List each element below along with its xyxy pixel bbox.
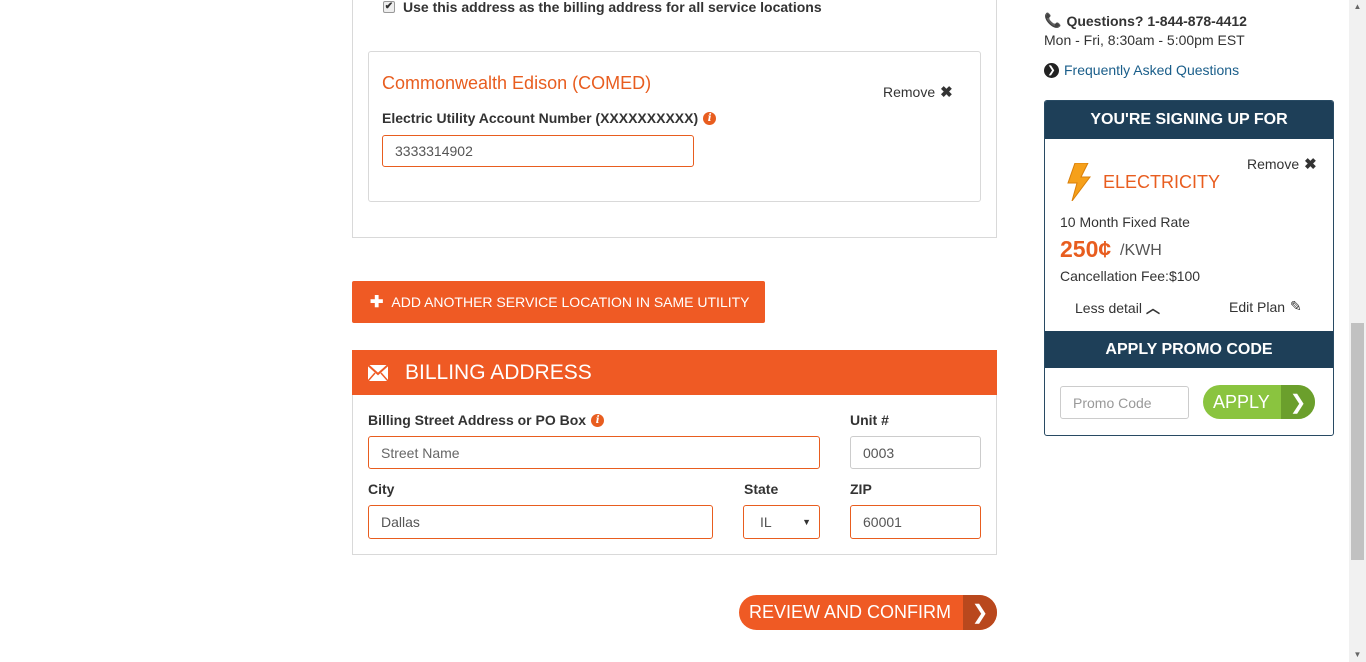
promo-code-placeholder: Promo Code xyxy=(1073,394,1152,411)
state-value: IL xyxy=(760,514,772,530)
signup-header: YOU'RE SIGNING UP FOR xyxy=(1045,101,1333,139)
edit-plan-link[interactable]: Edit Plan ✎ xyxy=(1229,298,1302,315)
zip-input[interactable]: 60001 xyxy=(850,505,981,539)
account-number-label-row: Electric Utility Account Number (XXXXXXX… xyxy=(382,110,717,126)
plan-name: 10 Month Fixed Rate xyxy=(1060,214,1190,230)
billing-address-checkbox-row[interactable]: ✔ Use this address as the billing addres… xyxy=(383,0,822,16)
chevron-right-icon: ❯ xyxy=(1281,385,1315,419)
city-input[interactable]: Dallas xyxy=(368,505,713,539)
pencil-icon: ✎ xyxy=(1290,298,1302,314)
plus-icon: ✚ xyxy=(370,294,384,311)
street-label-row: Billing Street Address or PO Box i xyxy=(368,412,605,428)
unit-value: 0003 xyxy=(863,444,895,461)
review-and-confirm-label: REVIEW AND CONFIRM xyxy=(749,602,952,622)
info-icon[interactable]: i xyxy=(703,111,717,125)
remove-product-button[interactable]: Remove ✖ xyxy=(1247,155,1317,173)
faq-label: Frequently Asked Questions xyxy=(1064,62,1240,78)
faq-link[interactable]: ❯ Frequently Asked Questions xyxy=(1044,62,1239,78)
chevron-up-icon: ︿ xyxy=(1145,300,1160,316)
billing-address-title: BILLING ADDRESS xyxy=(405,360,592,384)
scrollbar-thumb[interactable] xyxy=(1351,323,1364,560)
state-select[interactable]: IL ▼ xyxy=(743,505,820,539)
circle-arrow-right-icon: ❯ xyxy=(1044,62,1059,78)
edit-plan-label: Edit Plan xyxy=(1229,298,1286,315)
close-icon: ✖ xyxy=(940,84,953,101)
chevron-down-icon: ▼ xyxy=(802,517,811,527)
less-detail-label: Less detail xyxy=(1075,300,1142,316)
state-label: State xyxy=(744,481,779,497)
plan-price-unit: /KWH xyxy=(1120,242,1162,259)
unit-label: Unit # xyxy=(850,412,889,428)
apply-promo-label: APPLY xyxy=(1213,391,1270,412)
account-number-value: 3333314902 xyxy=(395,143,473,159)
info-icon[interactable]: i xyxy=(591,413,605,427)
utility-name: Commonwealth Edison (COMED) xyxy=(382,73,652,93)
cancellation-fee: Cancellation Fee:$100 xyxy=(1060,268,1201,284)
street-placeholder: Street Name xyxy=(381,444,460,461)
remove-utility-button[interactable]: Remove ✖ xyxy=(883,83,953,101)
city-label: City xyxy=(368,481,395,497)
promo-header: APPLY PROMO CODE xyxy=(1045,331,1333,368)
city-value: Dallas xyxy=(381,514,420,530)
zip-value: 60001 xyxy=(863,514,902,530)
review-and-confirm-button[interactable]: REVIEW AND CONFIRM ❯ xyxy=(739,595,997,630)
billing-address-checkbox-label: Use this address as the billing address … xyxy=(403,0,822,15)
scroll-down-arrow[interactable]: ▼ xyxy=(1351,650,1364,660)
billing-address-checkbox[interactable]: ✔ xyxy=(383,1,395,13)
chevron-right-icon: ❯ xyxy=(963,595,997,630)
phone-row: 📞 Questions? 1-844-878-4412 xyxy=(1044,12,1247,29)
account-number-label: Electric Utility Account Number (XXXXXXX… xyxy=(382,110,699,126)
account-number-input[interactable]: 3333314902 xyxy=(382,135,694,167)
add-service-location-label: ADD ANOTHER SERVICE LOCATION IN SAME UTI… xyxy=(391,294,750,310)
plan-price: 250¢ xyxy=(1060,236,1112,262)
apply-promo-button[interactable]: APPLY ❯ xyxy=(1203,385,1315,419)
promo-code-input[interactable]: Promo Code xyxy=(1060,386,1189,419)
envelope-icon xyxy=(367,363,389,381)
product-name: ELECTRICITY xyxy=(1103,172,1221,192)
support-hours: Mon - Fri, 8:30am - 5:00pm EST xyxy=(1044,32,1245,48)
remove-utility-label: Remove xyxy=(883,84,936,100)
billing-address-header: BILLING ADDRESS xyxy=(352,350,997,395)
phone-icon: 📞 xyxy=(1044,12,1062,28)
unit-input[interactable]: 0003 xyxy=(850,436,981,469)
add-service-location-button[interactable]: ✚ ADD ANOTHER SERVICE LOCATION IN SAME U… xyxy=(352,281,765,323)
close-icon: ✖ xyxy=(1304,156,1317,173)
street-label: Billing Street Address or PO Box xyxy=(368,412,587,428)
street-input[interactable]: Street Name xyxy=(368,436,820,469)
lightning-bolt-icon xyxy=(1067,163,1091,201)
remove-product-label: Remove xyxy=(1247,156,1300,172)
scroll-up-arrow[interactable]: ▲ xyxy=(1351,2,1364,12)
phone-text[interactable]: Questions? 1-844-878-4412 xyxy=(1066,13,1247,29)
less-detail-toggle[interactable]: Less detail ︿ xyxy=(1075,298,1160,318)
zip-label: ZIP xyxy=(850,481,872,497)
